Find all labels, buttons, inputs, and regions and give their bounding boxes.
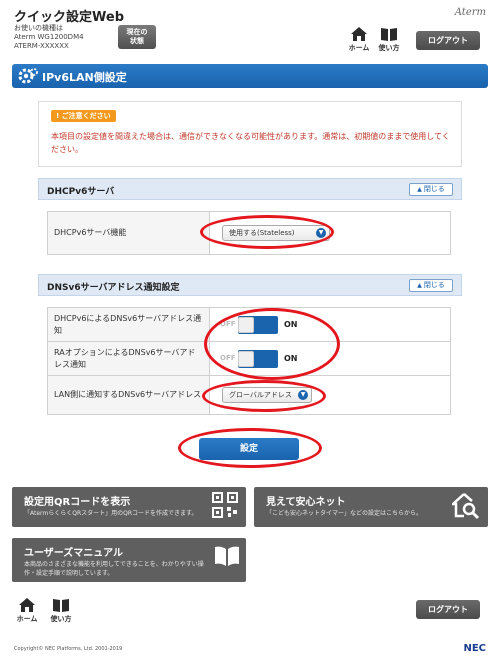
qr-code-icon (212, 492, 238, 518)
lan-dns-address-select[interactable]: グローバルアドレス ▼ (222, 387, 312, 403)
safety-net-tile[interactable]: 見えて安心ネット 「こども安心ネットタイマー」などの設定はこちらから。 (254, 487, 488, 527)
chevron-up-icon: ▲ (417, 186, 422, 193)
footer-manual-button[interactable]: 使い方 (48, 597, 74, 627)
header: クイック設定Web お使いの機種は Aterm WG1200DM4 ATERM-… (0, 0, 500, 58)
dhcpv6-section-header: DHCPv6サーバ ▲ 閉じる (38, 178, 462, 200)
dhcpv6-collapse-label: 閉じる (423, 185, 445, 193)
table-row: DHCPv6サーバ機能 使用する(Stateless) ▼ (48, 212, 450, 254)
manual-tile-title: ユーザーズマニュアル (24, 548, 123, 559)
app-title: クイック設定Web (14, 10, 124, 25)
book-icon (381, 28, 397, 41)
logout-button[interactable]: ログアウト (416, 31, 480, 50)
dhcpv6-server-label: DHCPv6サーバ機能 (48, 212, 210, 254)
lan-dns-address-label: LAN側に通知するDNSv6サーバアドレス (48, 376, 210, 414)
dhcpv6-dns-notify-label: DHCPv6によるDNSv6サーバアドレス通知 (48, 308, 210, 341)
chevron-down-icon: ▼ (298, 390, 308, 400)
manual-tile-desc: 本商品のさまざまな機能を利用してできることを、わかりやすい操作・設定手順で説明し… (24, 561, 204, 577)
page-title: IPv6LAN側設定 (42, 71, 127, 84)
safety-tile-title: 見えて安心ネット (266, 497, 346, 508)
warning-notice: ! ご注意ください 本項目の設定値を間違えた場合は、通信ができなくなる可能性があ… (38, 101, 462, 167)
dhcpv6-section-title: DHCPv6サーバ (47, 187, 115, 197)
nec-logo: NEC (463, 643, 486, 654)
toggle-off-label: OFF (220, 354, 236, 362)
home-button[interactable]: ホーム (346, 26, 372, 56)
chevron-up-icon: ▲ (417, 282, 422, 289)
qr-tile-title: 設定用QRコードを表示 (24, 497, 131, 508)
toggle-knob (238, 317, 254, 333)
page-title-bar: IPv6LAN側設定 (12, 64, 488, 88)
footer-manual-label: 使い方 (50, 615, 72, 623)
dnsv6-collapse-button[interactable]: ▲ 閉じる (409, 279, 453, 292)
dhcpv6-dns-notify-toggle[interactable]: OFF ON (220, 316, 298, 334)
users-manual-tile[interactable]: ユーザーズマニュアル 本商品のさまざまな機能を利用してできることを、わかりやすい… (12, 538, 246, 582)
ra-dns-notify-label: RAオプションによるDNSv6サーバアドレス通知 (48, 342, 210, 375)
home-icon (351, 27, 367, 41)
submit-button[interactable]: 設定 (199, 438, 299, 460)
safety-tile-desc: 「こども安心ネットタイマー」などの設定はこちらから。 (266, 510, 423, 517)
copyright: Copyright© NEC Platforms, Ltd. 2001-2019 (14, 646, 123, 652)
manual-label: 使い方 (378, 44, 400, 52)
home-icon (19, 598, 35, 612)
dhcpv6-settings-table: DHCPv6サーバ機能 使用する(Stateless) ▼ (47, 211, 451, 255)
footer-home-button[interactable]: ホーム (14, 597, 40, 627)
dhcpv6-server-value: 使用する(Stateless) (229, 229, 295, 237)
warning-text: 本項目の設定値を間違えた場合は、通信ができなくなる可能性があります。通常は、初期… (51, 132, 450, 154)
footer-logout-button[interactable]: ログアウト (416, 600, 480, 619)
warning-badge: ! ご注意ください (51, 110, 116, 122)
toggle-knob (238, 351, 254, 367)
toggle-on-label: ON (284, 354, 298, 363)
table-row: RAオプションによるDNSv6サーバアドレス通知 OFF ON (48, 342, 450, 376)
device-info: お使いの機種は Aterm WG1200DM4 ATERM-XXXXXX (14, 24, 84, 51)
lan-dns-address-value: グローバルアドレス (229, 391, 292, 399)
toggle-off-label: OFF (220, 320, 236, 328)
device-caption: お使いの機種は (14, 24, 63, 32)
book-icon (53, 599, 69, 612)
device-serial: ATERM-XXXXXX (14, 42, 69, 50)
footer-home-label: ホーム (16, 615, 38, 623)
table-row: LAN側に通知するDNSv6サーバアドレス グローバルアドレス ▼ (48, 376, 450, 414)
aterm-logo: Aterm (454, 7, 486, 18)
toggle-on-label: ON (284, 320, 298, 329)
dnsv6-section-header: DNSv6サーバアドレス通知設定 ▲ 閉じる (38, 274, 462, 296)
dnsv6-settings-table: DHCPv6によるDNSv6サーバアドレス通知 OFF ON RAオプションによ… (47, 307, 451, 415)
open-book-icon (215, 546, 239, 566)
manual-button[interactable]: 使い方 (376, 26, 402, 56)
gear-icon (18, 68, 38, 84)
home-label: ホーム (348, 44, 370, 52)
qr-code-tile[interactable]: 設定用QRコードを表示 「AtermらくらくQRスタート」用のQRコードを作成で… (12, 487, 246, 527)
qr-tile-desc: 「AtermらくらくQRスタート」用のQRコードを作成できます。 (24, 510, 198, 517)
house-search-icon (452, 493, 480, 520)
dhcpv6-collapse-button[interactable]: ▲ 閉じる (409, 183, 453, 196)
dhcpv6-server-select[interactable]: 使用する(Stateless) ▼ (222, 225, 330, 241)
dnsv6-collapse-label: 閉じる (423, 281, 445, 289)
current-status-button[interactable]: 現在の 状態 (118, 25, 156, 49)
device-model: Aterm WG1200DM4 (14, 33, 84, 41)
table-row: DHCPv6によるDNSv6サーバアドレス通知 OFF ON (48, 308, 450, 342)
ra-dns-notify-toggle[interactable]: OFF ON (220, 350, 298, 368)
dnsv6-section-title: DNSv6サーバアドレス通知設定 (47, 283, 180, 293)
chevron-down-icon: ▼ (316, 228, 326, 238)
